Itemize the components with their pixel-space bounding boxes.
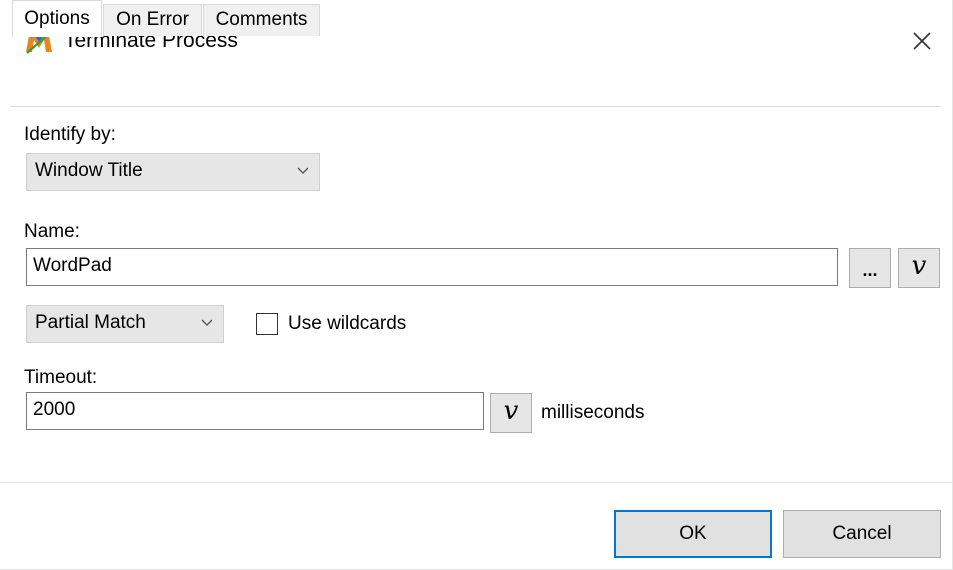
chevron-down-icon: [201, 319, 213, 326]
close-icon[interactable]: [906, 25, 938, 57]
tab-comments[interactable]: Comments: [203, 4, 320, 36]
identify-by-value: Window Title: [35, 160, 143, 181]
cancel-button[interactable]: Cancel: [783, 510, 941, 558]
ok-button[interactable]: OK: [614, 510, 772, 558]
terminate-process-dialog: Terminate Process Options On Error Comme…: [0, 0, 953, 570]
timeout-variable-button[interactable]: v: [490, 393, 532, 433]
name-value: WordPad: [33, 255, 112, 276]
use-wildcards-checkbox[interactable]: [256, 313, 278, 335]
variable-icon: v: [503, 396, 519, 426]
timeout-field[interactable]: 2000: [26, 392, 484, 430]
timeout-label: Timeout:: [24, 367, 98, 388]
use-wildcards-label[interactable]: Use wildcards: [288, 313, 406, 335]
match-mode-select[interactable]: Partial Match: [26, 305, 224, 343]
browse-label: ...: [862, 260, 878, 280]
name-variable-button[interactable]: v: [898, 248, 940, 288]
variable-icon: v: [911, 251, 927, 281]
timeout-unit-label: milliseconds: [541, 402, 645, 423]
footer-divider: [0, 482, 952, 483]
browse-button[interactable]: ...: [849, 248, 891, 288]
name-field[interactable]: WordPad: [26, 248, 838, 286]
chevron-down-icon: [297, 167, 309, 174]
name-label: Name:: [24, 221, 80, 242]
tab-divider: [10, 106, 940, 107]
match-mode-value: Partial Match: [35, 312, 146, 333]
timeout-value: 2000: [33, 399, 76, 420]
tab-options[interactable]: Options: [12, 0, 102, 37]
tab-on-error[interactable]: On Error: [103, 4, 202, 36]
identify-by-select[interactable]: Window Title: [26, 153, 320, 191]
identify-by-label: Identify by:: [24, 124, 116, 145]
